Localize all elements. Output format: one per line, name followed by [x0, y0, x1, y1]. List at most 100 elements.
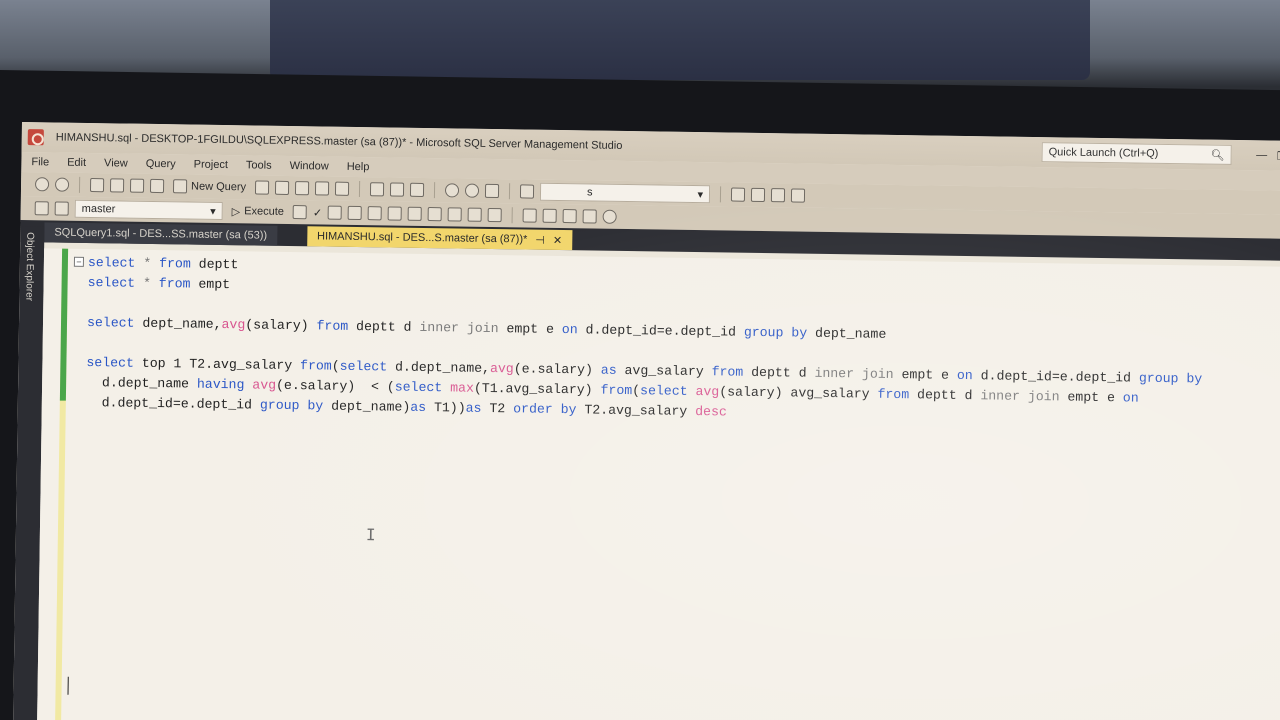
connect-icon[interactable]	[34, 201, 49, 216]
undo-icon[interactable]	[444, 183, 460, 198]
code-token: from	[299, 358, 332, 374]
code-token: having	[196, 376, 245, 393]
code-token: select	[87, 274, 136, 291]
forward-icon[interactable]	[54, 177, 70, 192]
code-token: select	[86, 314, 135, 331]
code-token: dept_name	[807, 325, 887, 342]
tools-icon[interactable]	[750, 187, 766, 203]
uncomment-icon[interactable]	[543, 208, 558, 223]
das-query-icon[interactable]	[334, 181, 350, 196]
menu-item-project[interactable]: Project	[194, 159, 228, 172]
toolbar-separator	[78, 176, 81, 193]
database-select-value: master	[81, 202, 116, 216]
save-icon[interactable]	[129, 178, 145, 193]
close-icon[interactable]: ✕	[553, 233, 562, 246]
execute-label: Execute	[244, 205, 285, 218]
results-to-file-icon[interactable]	[488, 207, 503, 223]
increase-indent-icon[interactable]	[582, 209, 598, 224]
quick-launch-input[interactable]: Quick Launch (Ctrl+Q) 🔍︎	[1041, 142, 1232, 165]
code-token: desc	[695, 404, 727, 420]
mdx-query-icon[interactable]	[274, 180, 290, 195]
code-token: from	[158, 276, 191, 292]
comment-icon[interactable]	[523, 208, 538, 223]
execute-button[interactable]: ▷ Execute	[229, 205, 287, 219]
database-select[interactable]: master ▾	[74, 199, 223, 220]
database-engine-query-icon[interactable]	[254, 180, 270, 195]
restore-icon[interactable]: ❐	[1272, 149, 1280, 162]
code-token: dept_name,	[134, 315, 222, 332]
toolbox-icon[interactable]	[770, 188, 786, 203]
cut-icon[interactable]	[369, 182, 385, 197]
intellisense-icon[interactable]	[368, 206, 383, 221]
ssms-logo-icon	[27, 129, 44, 146]
code-token: T1))	[426, 400, 466, 416]
live-stats-icon[interactable]	[408, 206, 423, 221]
code-token: from	[159, 256, 191, 272]
paste-icon[interactable]	[409, 182, 425, 197]
new-query-label: New Query	[190, 180, 247, 194]
new-query-button[interactable]: New Query	[170, 179, 249, 194]
code-token: max	[450, 380, 475, 396]
code-token: deptt d	[348, 318, 420, 335]
code-token: T2	[481, 400, 514, 417]
cancel-query-icon[interactable]	[292, 205, 308, 220]
back-icon[interactable]	[34, 177, 50, 192]
solution-explorer-icon[interactable]	[484, 183, 500, 199]
tab-document[interactable]: SQLQuery1.sql - DES...SS.master (sa (53)…	[44, 222, 278, 246]
code-token: empt e	[498, 321, 562, 338]
results-to-text-icon[interactable]	[448, 207, 463, 222]
dmx-query-icon[interactable]	[294, 181, 310, 196]
parse-icon[interactable]: ✓	[313, 206, 322, 219]
redo-icon[interactable]	[464, 183, 480, 198]
client-stats-icon[interactable]	[428, 207, 443, 222]
code-token: avg	[221, 316, 246, 333]
code-token: select	[394, 379, 443, 396]
code-token: inner join	[814, 365, 894, 382]
sql-code[interactable]: select * from deptt select * from empt se…	[86, 253, 1204, 430]
code-token: avg	[252, 377, 277, 393]
new-project-icon[interactable]	[89, 178, 105, 193]
quick-launch-placeholder: Quick Launch (Ctrl+Q)	[1048, 146, 1159, 160]
menu-item-window[interactable]: Window	[290, 160, 329, 173]
collapse-icon[interactable]: −	[73, 256, 85, 267]
tab-active-document[interactable]: HIMANSHU.sql - DES...S.master (sa (87))*…	[306, 226, 573, 251]
query-designer-icon[interactable]	[348, 205, 363, 221]
code-token: (salary) avg_salary	[719, 384, 878, 402]
estimated-plan-icon[interactable]	[328, 205, 343, 220]
saved-changes-bar	[59, 248, 69, 401]
decrease-indent-icon[interactable]	[562, 209, 578, 224]
find-icon[interactable]	[519, 184, 535, 199]
code-token: deptt d	[743, 364, 815, 381]
save-all-icon[interactable]	[149, 178, 165, 194]
properties-icon[interactable]	[730, 187, 746, 202]
menu-item-edit[interactable]: Edit	[67, 157, 86, 169]
xmla-query-icon[interactable]	[314, 181, 330, 196]
menu-item-file[interactable]: File	[31, 156, 49, 168]
code-token: select	[86, 354, 135, 371]
code-token: inner join	[980, 388, 1060, 405]
menu-item-help[interactable]: Help	[347, 161, 370, 173]
pin-icon[interactable]: ⊣	[535, 233, 545, 246]
code-token: inner join	[419, 319, 499, 337]
code-token: d.dept_id=e.dept_id	[85, 394, 261, 413]
query-editor[interactable]: − select * from deptt select * from empt …	[36, 248, 1280, 720]
menu-item-query[interactable]: Query	[146, 158, 176, 170]
menu-item-view[interactable]: View	[104, 157, 128, 169]
filter-icon[interactable]	[54, 201, 69, 216]
find-combo[interactable]: s ▾	[539, 182, 711, 204]
execute-icon: ▷	[231, 205, 241, 218]
code-token: as	[410, 399, 427, 416]
include-plan-icon[interactable]	[388, 206, 403, 221]
copy-icon[interactable]	[389, 182, 405, 197]
new-query-icon	[172, 179, 188, 194]
open-file-icon[interactable]	[109, 178, 125, 193]
minimize-icon[interactable]: —	[1252, 149, 1272, 161]
code-token: empt e	[893, 366, 958, 383]
code-token: select	[640, 383, 688, 399]
command-window-icon[interactable]	[790, 188, 806, 203]
code-token: deptt	[190, 256, 239, 273]
results-to-grid-icon[interactable]	[468, 207, 483, 222]
toolbar-separator	[358, 181, 361, 198]
specify-values-icon[interactable]	[602, 209, 618, 224]
menu-item-tools[interactable]: Tools	[246, 159, 272, 171]
